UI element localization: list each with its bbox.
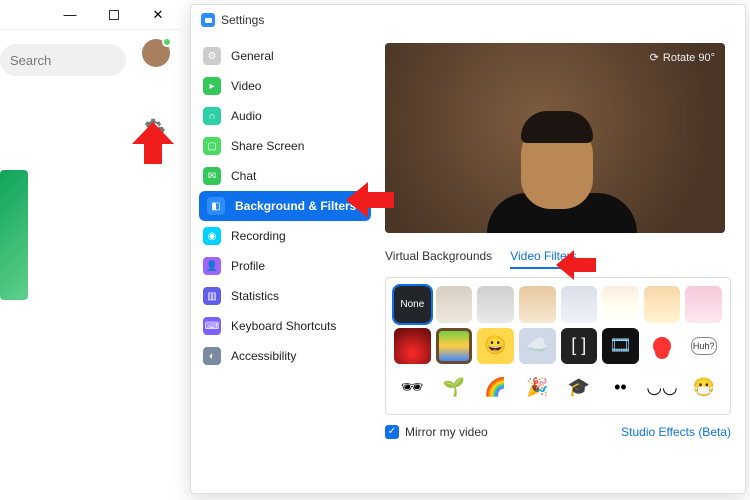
close-button[interactable]: ✕	[136, 0, 180, 30]
presence-indicator	[162, 37, 172, 47]
maximize-button[interactable]	[92, 0, 136, 30]
filter-tabs: Virtual Backgrounds Video Filters	[385, 249, 731, 269]
filter-room-normal[interactable]	[436, 286, 473, 323]
general-icon: ⚙	[203, 47, 221, 65]
sidebar-item-accessibility[interactable]: ◐Accessibility	[191, 341, 379, 371]
sidebar-item-statistics[interactable]: ▥Statistics	[191, 281, 379, 311]
filter-face-smile[interactable]: ◡◡	[644, 369, 681, 406]
keyboard-icon: ⌨	[203, 317, 221, 335]
settings-header: Settings	[191, 5, 745, 35]
settings-title: Settings	[221, 13, 264, 27]
filter-room-warm[interactable]	[519, 286, 556, 323]
video-preview: ⟳ Rotate 90°	[385, 43, 725, 233]
filters-panel: None 😀 ☁️ [ ] 🎞 Huh? 🕶	[385, 277, 731, 415]
chat-icon: ✉	[203, 167, 221, 185]
settings-modal: Settings ⚙General ▸Video ∩Audio ▢Share S…	[190, 4, 746, 494]
decorative-shape	[0, 170, 28, 300]
zoom-icon	[201, 13, 215, 27]
statistics-icon: ▥	[203, 287, 221, 305]
accessibility-icon: ◐	[203, 347, 221, 365]
filter-room-sepia[interactable]	[644, 286, 681, 323]
tab-video-filters[interactable]: Video Filters	[510, 249, 576, 269]
recording-icon: ◉	[203, 227, 221, 245]
avatar[interactable]	[142, 39, 170, 67]
filter-sprout[interactable]: 🌱	[436, 369, 473, 406]
gear-icon[interactable]	[144, 116, 166, 138]
sidebar-item-keyboard[interactable]: ⌨Keyboard Shortcuts	[191, 311, 379, 341]
filter-huh[interactable]: Huh?	[685, 328, 722, 365]
search-placeholder: Search	[10, 53, 51, 68]
mirror-checkbox[interactable]: ✓ Mirror my video	[385, 425, 488, 439]
sidebar-item-recording[interactable]: ◉Recording	[191, 221, 379, 251]
profile-icon: 👤	[203, 257, 221, 275]
filter-room-cool[interactable]	[561, 286, 598, 323]
filter-mask[interactable]: 😷	[685, 369, 722, 406]
video-icon: ▸	[203, 77, 221, 95]
filter-rainbow[interactable]: 🌈	[477, 369, 514, 406]
filter-theater[interactable]	[394, 328, 431, 365]
tab-virtual-backgrounds[interactable]: Virtual Backgrounds	[385, 249, 492, 269]
search-input[interactable]: Search	[0, 44, 126, 76]
minimize-button[interactable]: —	[48, 0, 92, 30]
filter-room-bright[interactable]	[602, 286, 639, 323]
filter-room-pink[interactable]	[685, 286, 722, 323]
check-icon: ✓	[385, 425, 399, 439]
filter-grad-cap[interactable]: 🎓	[561, 369, 598, 406]
studio-effects-link[interactable]: Studio Effects (Beta)	[621, 425, 731, 439]
filter-ribbon[interactable]	[644, 328, 681, 365]
settings-content: ⟳ Rotate 90° Virtual Backgrounds Video F…	[379, 35, 745, 493]
sidebar-item-video[interactable]: ▸Video	[191, 71, 379, 101]
filter-bracket[interactable]: [ ]	[561, 328, 598, 365]
sidebar-item-general[interactable]: ⚙General	[191, 41, 379, 71]
filter-face-dots[interactable]: ••	[602, 369, 639, 406]
titlebar: — ✕	[0, 0, 180, 30]
filter-cloud[interactable]: ☁️	[519, 328, 556, 365]
filter-party-hat[interactable]: 🎉	[519, 369, 556, 406]
sidebar-item-chat[interactable]: ✉Chat	[191, 161, 379, 191]
filter-sunglasses[interactable]: 🕶	[394, 369, 431, 406]
sidebar-item-profile[interactable]: 👤Profile	[191, 251, 379, 281]
settings-sidebar: ⚙General ▸Video ∩Audio ▢Share Screen ✉Ch…	[191, 35, 379, 493]
filter-emoji-frame[interactable]: 😀	[477, 328, 514, 365]
filter-none[interactable]: None	[394, 286, 431, 323]
sidebar-item-share-screen[interactable]: ▢Share Screen	[191, 131, 379, 161]
sidebar-item-background-filters[interactable]: ◧Background & Filters	[199, 191, 371, 221]
bgfilters-icon: ◧	[207, 197, 225, 215]
audio-icon: ∩	[203, 107, 221, 125]
background-window: — ✕ Search	[0, 0, 180, 500]
rotate-icon: ⟳	[650, 51, 659, 64]
filter-room-bw[interactable]	[477, 286, 514, 323]
filter-retro-tv[interactable]	[436, 328, 473, 365]
share-icon: ▢	[203, 137, 221, 155]
filter-film[interactable]: 🎞	[602, 328, 639, 365]
sidebar-item-audio[interactable]: ∩Audio	[191, 101, 379, 131]
rotate-button[interactable]: ⟳ Rotate 90°	[650, 51, 715, 64]
